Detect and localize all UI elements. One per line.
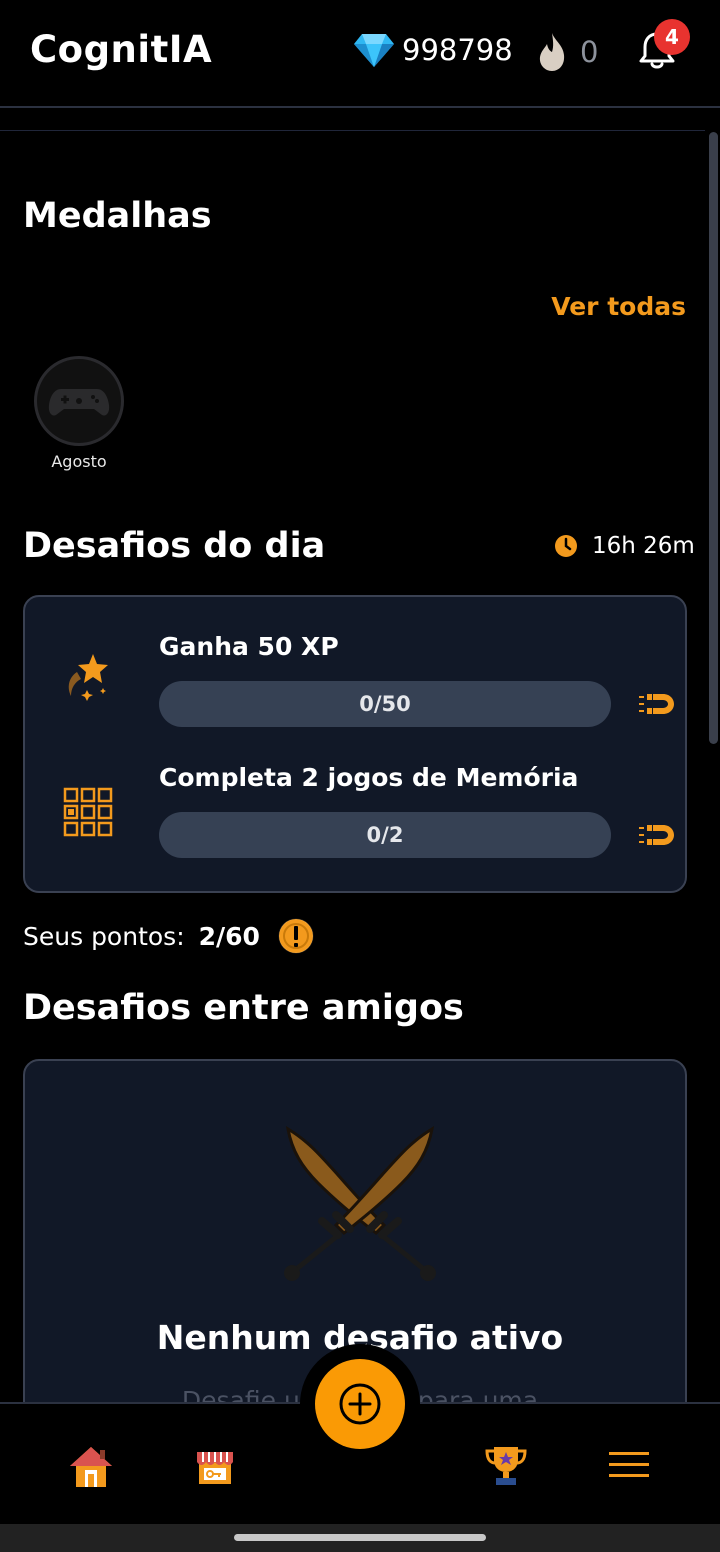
notification-badge: 4 (654, 19, 690, 55)
daily-title: Desafios do dia (23, 526, 326, 566)
app-title: CognitIA (30, 28, 213, 71)
gems-value: 998798 (402, 33, 513, 67)
challenge-progress-bar: 0/2 (159, 812, 611, 858)
magnet-icon[interactable] (637, 820, 677, 850)
magnet-icon[interactable] (637, 689, 677, 719)
add-icon (339, 1383, 381, 1425)
friends-title: Desafios entre amigos (23, 988, 464, 1028)
medal-label: Agosto (51, 452, 107, 471)
points-label: Seus pontos: (23, 921, 185, 951)
menu-icon[interactable] (608, 1444, 650, 1486)
daily-timer: 16h 26m (554, 533, 695, 559)
medals-title: Medalhas (23, 196, 212, 236)
scrollbar[interactable] (709, 132, 718, 744)
timer-value: 16h 26m (592, 533, 695, 559)
add-button[interactable] (315, 1359, 405, 1449)
shop-icon[interactable] (194, 1444, 236, 1486)
home-icon[interactable] (68, 1444, 114, 1490)
medal-badge[interactable] (34, 356, 124, 446)
gems-counter[interactable]: 998798 (354, 32, 513, 68)
top-header: CognitIA 998798 0 4 (0, 0, 720, 108)
memory-grid-icon (63, 787, 113, 837)
challenge-title: Ganha 50 XP (159, 632, 339, 661)
see-all-link[interactable]: Ver todas (551, 292, 686, 321)
challenge-progress-bar: 0/50 (159, 681, 611, 727)
clock-icon (555, 535, 577, 557)
divider (0, 130, 705, 131)
daily-challenges-card: Ganha 50 XP 0/50 Completa 2 jogos de Mem… (23, 595, 687, 893)
coin-icon[interactable] (278, 918, 314, 954)
crossed-swords-icon (284, 1126, 436, 1281)
challenge-title: Completa 2 jogos de Memória (159, 763, 579, 792)
trophy-icon[interactable] (484, 1444, 528, 1488)
points-value: 2/60 (198, 921, 260, 951)
streak-value: 0 (580, 35, 599, 69)
flame-icon (539, 33, 565, 71)
star-xp-icon (68, 654, 108, 701)
points-row: Seus pontos: 2/60 (23, 918, 314, 954)
home-indicator[interactable] (234, 1534, 486, 1541)
streak-counter[interactable]: 0 (536, 32, 598, 72)
diamond-icon (354, 34, 394, 67)
gamepad-icon (48, 389, 110, 416)
